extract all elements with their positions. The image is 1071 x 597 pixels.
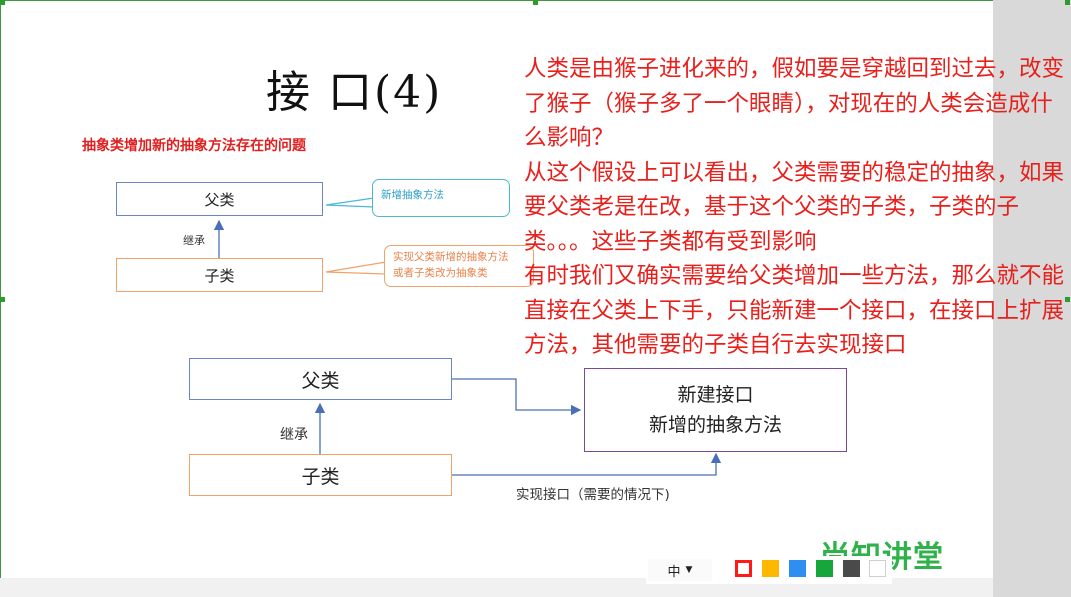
callout-tail-2 xyxy=(325,261,387,275)
color-swatch-blue[interactable] xyxy=(789,560,806,577)
interface-line2: 新增的抽象方法 xyxy=(648,414,782,436)
callout-new-method-text: 新增抽象方法 xyxy=(381,189,444,201)
color-swatch-yellow[interactable] xyxy=(762,560,779,577)
parent-class-label-1: 父类 xyxy=(204,190,235,209)
note-paragraph-1: 人类是由猴子进化来的，假如要是穿越回到过去，改变了猴子（猴子多了一个眼睛），对现… xyxy=(524,56,1065,151)
color-swatch-green[interactable] xyxy=(816,560,833,577)
callout-implement-line1: 实现父类新增的抽象方法 xyxy=(393,251,509,263)
callout-implement-line2: 或者子类改为抽象类 xyxy=(393,267,488,279)
inherit-label-1: 继承 xyxy=(183,234,205,247)
callout-tail-1 xyxy=(325,197,375,208)
note-paragraph-3: 有时我们又确实需要给父类增加一些方法，那么就不能直接在父类上下手，只能新建一个接… xyxy=(524,263,1065,358)
child-class-label-2: 子类 xyxy=(301,465,340,488)
interface-box: 新建接口 新增的抽象方法 xyxy=(584,368,847,452)
color-swatch-white[interactable] xyxy=(869,560,886,577)
resize-handle-top-right[interactable] xyxy=(1065,0,1070,5)
resize-handle-right[interactable] xyxy=(1065,297,1070,302)
color-swatch-dark[interactable] xyxy=(843,560,860,577)
parent-class-box-2: 父类 xyxy=(189,358,452,400)
color-swatch-red[interactable] xyxy=(735,560,752,577)
language-select[interactable]: 中 ▼ xyxy=(648,559,712,581)
callout-implement: 实现父类新增的抽象方法 或者子类改为抽象类 xyxy=(384,245,534,287)
note-paragraph-2: 从这个假设上可以看出，父类需要的稳定的抽象，如果要父类老是在改，基于这个父类的子… xyxy=(524,159,1065,255)
child-class-box-1: 子类 xyxy=(116,258,323,292)
parent-to-interface-arrow xyxy=(452,378,582,416)
child-class-label-1: 子类 xyxy=(204,266,235,285)
chevron-down-icon: ▼ xyxy=(685,565,693,575)
inherit-label-2: 继承 xyxy=(280,427,308,443)
callout-new-method: 新增抽象方法 xyxy=(372,179,510,217)
implement-arrow xyxy=(452,452,722,476)
language-select-value: 中 xyxy=(667,564,681,580)
interface-line1: 新建接口 xyxy=(677,384,754,406)
parent-class-box-1: 父类 xyxy=(116,182,323,216)
note-text: 人类是由猴子进化来的，假如要是穿越回到过去，改变了猴子（猴子多了一个眼睛），对现… xyxy=(524,52,1064,363)
parent-class-label-2: 父类 xyxy=(301,369,340,392)
implement-label: 实现接口（需要的情况下) xyxy=(516,487,670,503)
child-class-box-2: 子类 xyxy=(189,454,452,496)
